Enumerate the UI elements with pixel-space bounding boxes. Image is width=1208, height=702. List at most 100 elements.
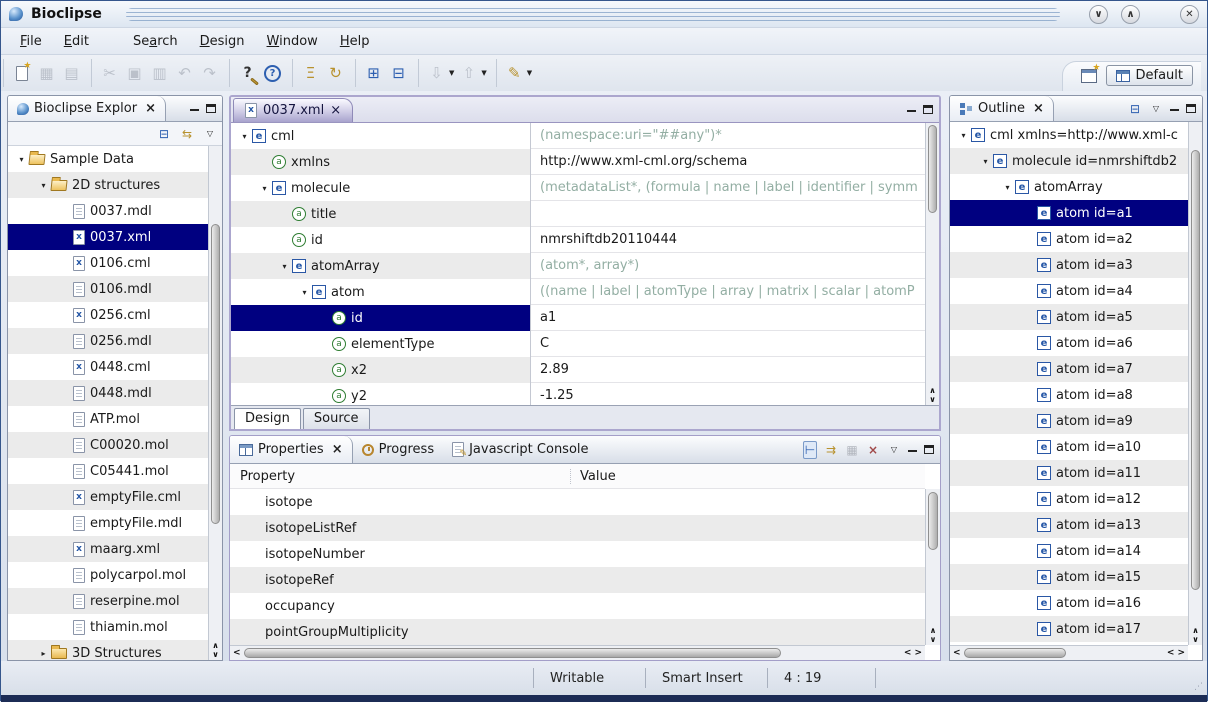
tree-item[interactable]: eatom id=a9: [950, 408, 1188, 434]
property-row[interactable]: occupancy: [230, 593, 925, 619]
collapse-all-icon[interactable]: ⊟: [1128, 100, 1142, 118]
property-row[interactable]: pointGroupMultiplicity: [230, 619, 925, 645]
tree-item[interactable]: eatom id=a13: [950, 512, 1188, 538]
tree-item[interactable]: eatom id=a4: [950, 278, 1188, 304]
new-wizard-icon[interactable]: ★: [9, 61, 34, 86]
expand-all-icon[interactable]: ⊞: [361, 61, 386, 86]
scroll-left-icon[interactable]: <: [233, 648, 241, 658]
external-tools-icon[interactable]: ✎: [502, 61, 527, 86]
tree-item[interactable]: eatom id=a8: [950, 382, 1188, 408]
open-perspective-icon[interactable]: ★: [1081, 69, 1097, 83]
scroll-left-icon[interactable]: <: [1167, 648, 1175, 658]
expanded-arrow-icon[interactable]: ▾: [14, 155, 29, 164]
tree-item[interactable]: eatom id=a15: [950, 564, 1188, 590]
collapse-all-icon[interactable]: ⊟: [157, 125, 171, 143]
tab-0037-xml[interactable]: x 0037.xml ×: [233, 98, 353, 122]
external-tools-dropdown-icon[interactable]: ▼: [527, 69, 532, 77]
xml-node-name-cell[interactable]: aid: [231, 227, 531, 253]
expanded-arrow-icon[interactable]: ▾: [978, 157, 993, 166]
view-menu-icon[interactable]: ▽: [887, 441, 901, 459]
scrollbar-thumb[interactable]: [244, 648, 781, 658]
xml-node-row[interactable]: ▾eatomArray(atom*, array*): [231, 253, 925, 279]
shade-button[interactable]: ∨: [1089, 5, 1108, 24]
tree-item[interactable]: ▾ecml xmlns=http://www.xml-c: [950, 122, 1188, 148]
xml-node-value-cell[interactable]: -1.25: [531, 383, 925, 405]
scroll-left-icon[interactable]: <: [904, 648, 912, 658]
outline-hscrollbar[interactable]: < < >: [950, 645, 1188, 660]
close-window-button[interactable]: ✕: [1180, 5, 1199, 24]
expanded-arrow-icon[interactable]: ▾: [956, 131, 971, 140]
unshade-button[interactable]: ∧: [1121, 5, 1140, 24]
paste-icon[interactable]: ▥: [147, 61, 172, 86]
expanded-arrow-icon[interactable]: ▾: [36, 181, 51, 190]
copy-icon[interactable]: ▣: [122, 61, 147, 86]
explorer-vscrollbar[interactable]: ∧∨: [208, 146, 222, 660]
previous-annotation-icon[interactable]: ⇧: [456, 61, 481, 86]
scroll-right-icon[interactable]: >: [914, 648, 922, 658]
scrollbar-arrows[interactable]: ∧∨: [1189, 626, 1202, 644]
scrollbar-thumb[interactable]: [1191, 150, 1200, 590]
help-icon[interactable]: ?: [260, 61, 285, 86]
tab-progress[interactable]: Progress: [353, 436, 443, 463]
xml-node-name-cell[interactable]: ▾ecml: [231, 123, 531, 149]
xml-node-row[interactable]: atitle: [231, 201, 925, 227]
xml-node-value-cell[interactable]: (namespace:uri="##any")*: [531, 123, 925, 149]
expanded-arrow-icon[interactable]: ▾: [297, 288, 312, 297]
xml-node-value-cell[interactable]: C: [531, 331, 925, 357]
redo-icon[interactable]: ↷: [197, 61, 222, 86]
tree-item[interactable]: ▾2D structures: [8, 172, 208, 198]
tree-item[interactable]: ▾emolecule id=nmrshiftdb2: [950, 148, 1188, 174]
tree-item[interactable]: ATP.mol: [8, 406, 208, 432]
tree-item[interactable]: polycarpol.mol: [8, 562, 208, 588]
minimize-view-icon[interactable]: [908, 444, 917, 452]
xml-node-row[interactable]: aelementTypeC: [231, 331, 925, 357]
scrollbar-thumb[interactable]: [211, 224, 220, 524]
tree-item[interactable]: eatom id=a2: [950, 226, 1188, 252]
tree-item[interactable]: eatom id=a14: [950, 538, 1188, 564]
minimize-view-icon[interactable]: [1170, 103, 1179, 111]
editor-vscrollbar[interactable]: ∧∨: [925, 123, 939, 405]
tab-bioclipse-explorer[interactable]: Bioclipse Explor ×: [8, 96, 166, 121]
next-annotation-icon[interactable]: ⇩: [424, 61, 449, 86]
scrollbar-thumb[interactable]: [928, 125, 937, 213]
tree-item[interactable]: ▾Sample Data: [8, 146, 208, 172]
xml-node-row[interactable]: ▾emolecule(metadataList*, (formula | nam…: [231, 175, 925, 201]
tab-outline[interactable]: Outline ×: [950, 96, 1054, 121]
maximize-view-icon[interactable]: [923, 105, 933, 114]
expanded-arrow-icon[interactable]: ▾: [237, 132, 252, 141]
tab-design[interactable]: Design: [234, 408, 301, 429]
tab-source[interactable]: Source: [303, 408, 370, 429]
next-annotation-dropdown-icon[interactable]: ▼: [449, 69, 454, 77]
expanded-arrow-icon[interactable]: ▾: [1000, 183, 1015, 192]
scrollbar-arrows[interactable]: ∧∨: [926, 386, 939, 404]
xml-node-name-cell[interactable]: aelementType: [231, 331, 531, 357]
minimize-view-icon[interactable]: [907, 104, 916, 112]
tree-item[interactable]: ▾eatomArray: [950, 174, 1188, 200]
xml-node-value-cell[interactable]: 2.89: [531, 357, 925, 383]
maximize-view-icon[interactable]: [924, 445, 934, 454]
view-menu-icon[interactable]: ▽: [203, 125, 217, 143]
xml-node-name-cell[interactable]: atitle: [231, 201, 531, 227]
menu-window[interactable]: Window: [256, 31, 329, 52]
resize-grip[interactable]: ⋰: [1194, 682, 1204, 692]
tree-item[interactable]: ▸3D Structures: [8, 640, 208, 660]
xml-node-row[interactable]: ▾ecml(namespace:uri="##any")*: [231, 123, 925, 149]
scrollbar-arrows[interactable]: ∧∨: [209, 641, 222, 659]
property-row[interactable]: isotopeListRef: [230, 515, 925, 541]
expanded-arrow-icon[interactable]: ▾: [277, 262, 292, 271]
tree-item[interactable]: eatom id=a11: [950, 460, 1188, 486]
close-icon[interactable]: ×: [330, 103, 341, 118]
previous-annotation-dropdown-icon[interactable]: ▼: [481, 69, 486, 77]
tree-item[interactable]: eatom id=a16: [950, 590, 1188, 616]
collapse-all-icon[interactable]: ⊟: [386, 61, 411, 86]
tree-item[interactable]: eatom id=a12: [950, 486, 1188, 512]
xml-node-value-cell[interactable]: nmrshiftdb20110444: [531, 227, 925, 253]
tree-item[interactable]: C00020.mol: [8, 432, 208, 458]
tree-item[interactable]: eatom id=a7: [950, 356, 1188, 382]
scrollbar-thumb[interactable]: [928, 492, 938, 550]
view-menu-icon[interactable]: ▽: [1149, 100, 1163, 118]
property-row[interactable]: isotope: [230, 489, 925, 515]
collapsed-arrow-icon[interactable]: ▸: [36, 649, 51, 658]
cut-icon[interactable]: ✂: [97, 61, 122, 86]
xml-node-value-cell[interactable]: a1: [531, 305, 925, 331]
